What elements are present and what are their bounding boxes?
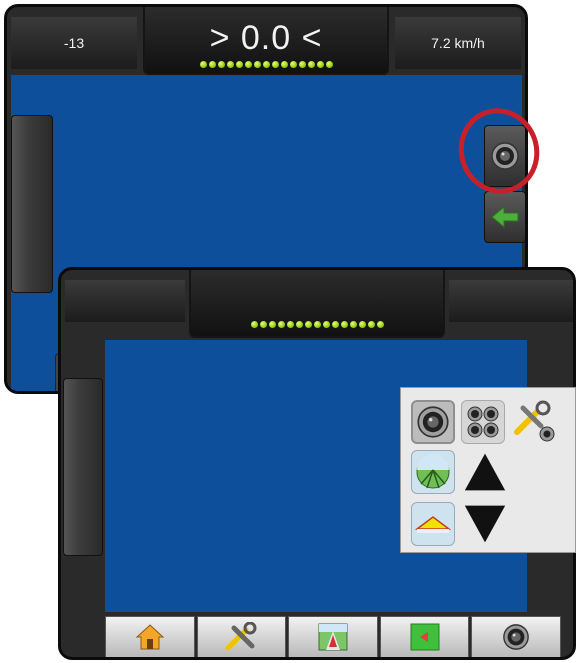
right-status-segment <box>449 280 573 322</box>
field-view-button[interactable] <box>411 450 455 494</box>
camera-menu-panel <box>400 387 576 553</box>
lightbar-dot <box>322 321 330 328</box>
left-side-tab[interactable] <box>63 378 103 556</box>
quad-camera-button[interactable] <box>461 400 505 444</box>
guidance-bar: > 0.0 < <box>143 7 389 75</box>
tools-icon <box>225 622 257 651</box>
lightbar-dot <box>259 321 267 328</box>
lightbar-dot <box>268 321 276 328</box>
horizon-view-button[interactable] <box>411 502 455 546</box>
camera-nav-button[interactable] <box>471 616 561 657</box>
field-view-icon <box>416 454 450 489</box>
lightbar-dot <box>304 321 312 328</box>
lightbar-dot <box>250 321 258 328</box>
lightbar-dot <box>199 60 207 68</box>
bottom-navigation <box>105 616 561 657</box>
speed-text: 7.2 km/h <box>431 35 485 51</box>
back-button[interactable] <box>484 191 525 243</box>
cross-track-text: -13 <box>63 35 85 51</box>
left-side-tab[interactable] <box>11 115 53 293</box>
guidance-button[interactable] <box>288 616 378 657</box>
back-arrow-icon <box>491 205 519 229</box>
lightbar-dot <box>298 60 306 68</box>
guidance-bar <box>189 270 445 338</box>
lightbar-dot <box>313 321 321 328</box>
lightbar-dot <box>307 60 315 68</box>
lightbar-dot <box>226 60 234 68</box>
lightbar <box>199 60 333 68</box>
lightbar-dot <box>316 60 324 68</box>
lightbar-dot <box>271 60 279 68</box>
quad-camera-icon <box>467 406 499 438</box>
triangle-down-icon <box>464 505 506 543</box>
lightbar-dot <box>253 60 261 68</box>
zoom-down-button[interactable] <box>463 502 507 546</box>
camera-icon <box>503 624 530 650</box>
single-camera-button[interactable] <box>411 400 455 444</box>
triangle-up-icon <box>464 453 506 491</box>
settings-button[interactable] <box>196 616 287 657</box>
lightbar-dot <box>340 321 348 328</box>
left-status-segment <box>65 280 185 322</box>
horizon-view-icon <box>415 516 451 533</box>
speed-display: 7.2 km/h <box>395 17 521 69</box>
lightbar <box>250 321 384 328</box>
lightbar-dot <box>217 60 225 68</box>
lightbar-dot <box>289 60 297 68</box>
field-map-icon <box>410 623 440 651</box>
camera-settings-icon <box>514 400 555 442</box>
lightbar-dot <box>331 321 339 328</box>
zoom-up-button[interactable] <box>463 450 507 494</box>
cross-track-value: -13 <box>11 17 137 69</box>
lightbar-dot <box>280 60 288 68</box>
lightbar-dot <box>235 60 243 68</box>
lightbar-dot <box>349 321 357 328</box>
camera-settings-button[interactable] <box>513 400 557 444</box>
home-icon <box>135 624 165 650</box>
lightbar-dot <box>358 321 366 328</box>
lightbar-dot <box>262 60 270 68</box>
lightbar-dot <box>277 321 285 328</box>
guidance-text: > 0.0 < <box>209 18 323 57</box>
camera-icon <box>417 406 449 438</box>
lightbar-dot <box>376 321 384 328</box>
field-button[interactable] <box>379 616 470 657</box>
lightbar-dot <box>367 321 375 328</box>
lightbar-dot <box>244 60 252 68</box>
lightbar-dot <box>208 60 216 68</box>
guidance-icon <box>318 623 348 651</box>
lightbar-dot <box>295 321 303 328</box>
lightbar-dot <box>286 321 294 328</box>
home-button[interactable] <box>105 616 195 657</box>
lightbar-dot <box>325 60 333 68</box>
